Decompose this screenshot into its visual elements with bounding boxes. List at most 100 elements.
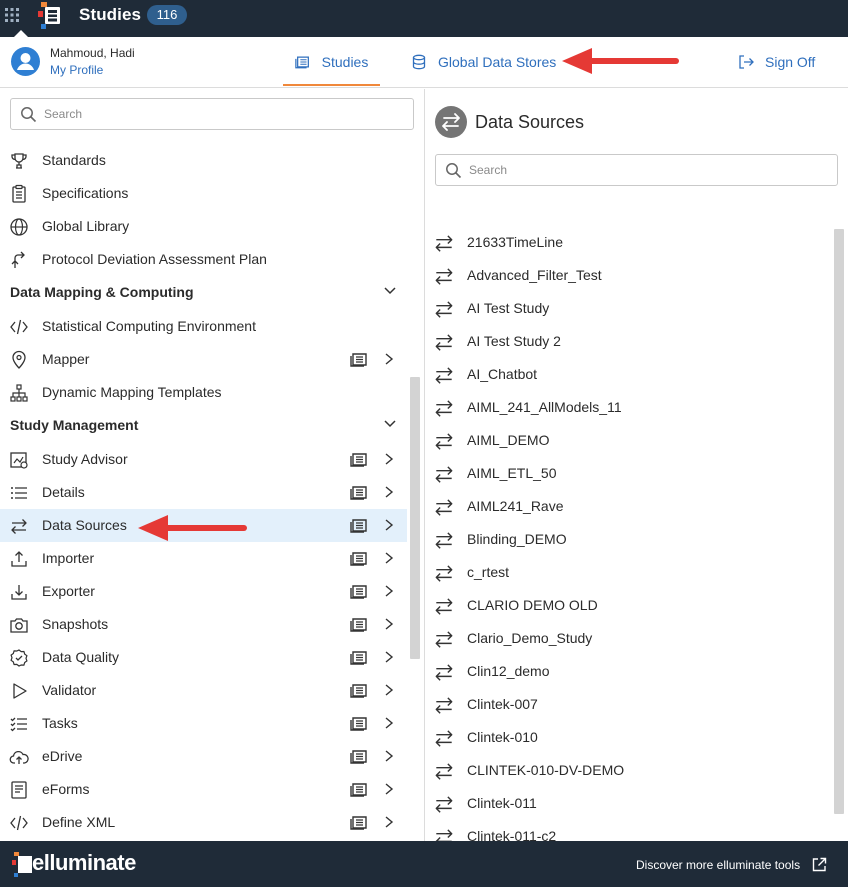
nav-search-input[interactable]	[44, 99, 404, 129]
external-link-icon[interactable]	[812, 857, 827, 872]
list-item[interactable]: AIML_241_AllModels_11	[426, 391, 831, 424]
list-item[interactable]: CLINTEK-010-DV-DEMO	[426, 754, 831, 787]
elluminate-logo-icon	[12, 852, 32, 877]
sidebar-item-label: Tasks	[42, 715, 78, 731]
list-item[interactable]: Clintek-007	[426, 688, 831, 721]
sidebar-item-label: Snapshots	[42, 616, 109, 632]
list-item[interactable]: AI Test Study	[426, 292, 831, 325]
upload-icon	[11, 551, 27, 567]
sidebar-item-eforms[interactable]: eForms	[0, 773, 407, 806]
sidebar-item-label: eForms	[42, 781, 90, 797]
chevron-right-icon[interactable]	[383, 815, 395, 829]
book-icon[interactable]	[350, 683, 368, 698]
tab-global-data-stores[interactable]: Global Data Stores	[411, 37, 556, 87]
swap-arrows-icon	[435, 631, 453, 648]
chevron-right-icon[interactable]	[383, 716, 395, 730]
chevron-right-icon[interactable]	[383, 683, 395, 697]
list-item[interactable]: AIML241_Rave	[426, 490, 831, 523]
sidebar-item-label: Exporter	[42, 583, 95, 599]
book-icon[interactable]	[350, 452, 368, 467]
book-icon[interactable]	[350, 749, 368, 764]
sidebar-item-dynamic-mapping-templates[interactable]: Dynamic Mapping Templates	[0, 376, 407, 409]
list-item[interactable]: Clario_Demo_Study	[426, 622, 831, 655]
sidebar-item-study-advisor[interactable]: Study Advisor	[0, 443, 407, 476]
chevron-right-icon[interactable]	[383, 352, 395, 366]
sidebar-item-details[interactable]: Details	[0, 476, 407, 509]
chevron-right-icon[interactable]	[383, 584, 395, 598]
list-item[interactable]: Clintek-011-c2	[426, 820, 831, 841]
data-sources-scrollbar[interactable]	[834, 229, 844, 814]
book-icon[interactable]	[350, 782, 368, 797]
chevron-right-icon[interactable]	[383, 518, 395, 532]
sign-out-icon	[739, 55, 754, 69]
sidebar-item-mapper[interactable]: Mapper	[0, 343, 407, 376]
section-data-mapping-computing[interactable]: Data Mapping & Computing	[0, 275, 407, 309]
chevron-right-icon[interactable]	[383, 650, 395, 664]
chevron-right-icon[interactable]	[383, 617, 395, 631]
data-source-name: Advanced_Filter_Test	[467, 267, 602, 283]
sidebar-item-exporter[interactable]: Exporter	[0, 575, 407, 608]
swap-arrows-icon	[435, 664, 453, 681]
chevron-right-icon[interactable]	[383, 551, 395, 565]
data-sources-search-input[interactable]	[469, 155, 829, 185]
data-sources-search-box	[435, 154, 838, 186]
section-study-management[interactable]: Study Management	[0, 408, 407, 442]
book-icon[interactable]	[350, 716, 368, 731]
chevron-right-icon[interactable]	[383, 749, 395, 763]
sidebar-item-label: Data Quality	[42, 649, 120, 665]
sidebar-item-statistical-computing-environment[interactable]: Statistical Computing Environment	[0, 310, 407, 343]
list-item[interactable]: AIML_DEMO	[426, 424, 831, 457]
sidebar-item-tasks[interactable]: Tasks	[0, 707, 407, 740]
sign-off-button[interactable]: Sign Off	[738, 37, 815, 87]
sidebar-item-specifications[interactable]: Specifications	[0, 177, 407, 210]
apps-grid-icon[interactable]	[4, 7, 20, 23]
chevron-right-icon[interactable]	[383, 782, 395, 796]
list-item[interactable]: Clintek-011	[426, 787, 831, 820]
footer: elluminate Discover more elluminate tool…	[0, 841, 848, 887]
swap-arrows-icon	[11, 519, 27, 534]
data-source-name: CLINTEK-010-DV-DEMO	[467, 762, 625, 778]
book-icon[interactable]	[350, 352, 368, 367]
book-icon[interactable]	[350, 650, 368, 665]
book-icon[interactable]	[350, 584, 368, 599]
swap-arrows-icon	[435, 334, 453, 351]
list-item[interactable]: CLARIO DEMO OLD	[426, 589, 831, 622]
sidebar-item-label: Study Advisor	[42, 451, 128, 467]
book-icon[interactable]	[350, 551, 368, 566]
sidebar-item-standards[interactable]: Standards	[0, 144, 407, 177]
book-icon[interactable]	[350, 485, 368, 500]
discover-tools-link[interactable]: Discover more elluminate tools	[636, 858, 800, 872]
list-item[interactable]: Clintek-010	[426, 721, 831, 754]
sidebar-item-validator[interactable]: Validator	[0, 674, 407, 707]
list-item[interactable]: c_rtest	[426, 556, 831, 589]
list-item[interactable]: AI_Chatbot	[426, 358, 831, 391]
avatar[interactable]	[11, 47, 40, 76]
list-item[interactable]: Clin12_demo	[426, 655, 831, 688]
list-item[interactable]: AI Test Study 2	[426, 325, 831, 358]
chevron-down-icon	[384, 287, 396, 295]
list-item[interactable]: AIML_ETL_50	[426, 457, 831, 490]
my-profile-link[interactable]: My Profile	[50, 63, 103, 77]
chevron-right-icon[interactable]	[383, 452, 395, 466]
sidebar-item-define-xml[interactable]: Define XML	[0, 806, 407, 839]
sidebar-item-snapshots[interactable]: Snapshots	[0, 608, 407, 641]
sidebar-item-edrive[interactable]: eDrive	[0, 740, 407, 773]
sidebar-item-global-library[interactable]: Global Library	[0, 210, 407, 243]
sidebar-item-importer[interactable]: Importer	[0, 542, 407, 575]
book-icon[interactable]	[350, 518, 368, 533]
data-source-name: Clintek-010	[467, 729, 538, 745]
list-item[interactable]: Blinding_DEMO	[426, 523, 831, 556]
book-icon[interactable]	[350, 617, 368, 632]
chevron-right-icon[interactable]	[383, 485, 395, 499]
swap-arrows-icon	[435, 499, 453, 516]
search-icon	[446, 163, 462, 179]
data-sources-header-icon	[435, 106, 467, 138]
book-icon[interactable]	[350, 815, 368, 830]
list-item[interactable]: 21633TimeLine	[426, 226, 831, 259]
tab-studies[interactable]: Studies	[283, 37, 380, 87]
sidebar-item-data-quality[interactable]: Data Quality	[0, 641, 407, 674]
list-item[interactable]: Advanced_Filter_Test	[426, 259, 831, 292]
sidebar-item-protocol-deviation-assessment-plan[interactable]: Protocol Deviation Assessment Plan	[0, 243, 407, 276]
top-bar: Studies 116	[0, 0, 848, 37]
nav-scrollbar[interactable]	[410, 377, 420, 659]
